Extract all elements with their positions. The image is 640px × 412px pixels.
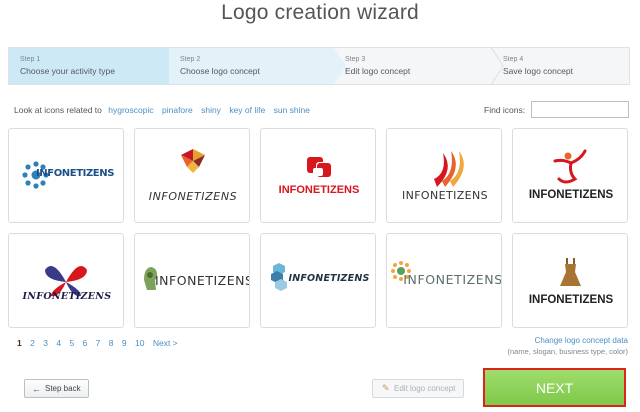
page-link[interactable]: 10	[135, 338, 144, 348]
related-keyword[interactable]: hygroscopic	[108, 105, 153, 115]
step-label: Edit logo concept	[345, 66, 411, 76]
step-number: Step 1	[20, 56, 41, 63]
page-link[interactable]: 2	[30, 338, 35, 348]
next-button[interactable]: NEXT	[483, 368, 626, 407]
logo-card[interactable]: INFONETIZENS	[8, 233, 124, 328]
logo-card[interactable]: INFONETIZENS	[134, 128, 250, 223]
logo-name: INFONETIZENS	[528, 189, 614, 201]
logo-name: INFONETIZENS	[22, 291, 112, 302]
step-label: Choose your activity type	[20, 66, 115, 76]
step-3: Step 3 Edit logo concept	[334, 48, 492, 84]
find-icons-input[interactable]	[531, 101, 629, 118]
page-link[interactable]: 3	[43, 338, 48, 348]
step-label: Save logo concept	[503, 66, 573, 76]
pinwheel-icon	[181, 149, 205, 173]
arrow-left-icon: ←	[32, 384, 41, 394]
step-4: Step 4 Save logo concept	[492, 48, 629, 84]
logo-name: INFONETIZENS	[403, 272, 502, 287]
logo-card[interactable]: INFONETIZENS	[386, 233, 502, 328]
logo-card[interactable]: INFONETIZENS	[386, 128, 502, 223]
logo-name: INFONETIZENS	[278, 184, 360, 196]
logo-name: INFONETIZENS	[155, 273, 250, 288]
page-link[interactable]: 7	[96, 338, 101, 348]
step-number: Step 3	[345, 56, 366, 63]
page-title: Logo creation wizard	[221, 1, 419, 24]
wizard-steps: Step 1 Choose your activity type Step 2 …	[8, 47, 630, 85]
related-keyword[interactable]: sun shine	[274, 105, 310, 115]
step-number: Step 4	[503, 56, 524, 63]
page-link[interactable]: 9	[122, 338, 127, 348]
related-keyword[interactable]: shiny	[201, 105, 221, 115]
logo-card[interactable]: INFONETIZENS	[512, 128, 628, 223]
dress-icon	[560, 258, 581, 286]
step-2[interactable]: Step 2 Choose logo concept	[169, 48, 334, 84]
page-link[interactable]: 8	[109, 338, 114, 348]
logo-name: INFONETIZENS	[288, 273, 370, 284]
next-page-link[interactable]: Next >	[153, 338, 178, 348]
flame-stripes-icon	[434, 151, 464, 187]
step-back-button[interactable]: ← Step back	[24, 379, 89, 398]
logo-card[interactable]: INFONETIZENS	[512, 233, 628, 328]
logo-name: INFONETIZENS	[148, 190, 238, 203]
related-icons: Look at icons related to hygroscopic pin…	[14, 105, 316, 115]
edit-logo-concept-button[interactable]: ✎ Edit logo concept	[372, 379, 464, 398]
step-number: Step 2	[180, 56, 201, 63]
related-keyword[interactable]: key of life	[229, 105, 265, 115]
related-label: Look at icons related to	[14, 105, 102, 115]
step-1[interactable]: Step 1 Choose your activity type	[9, 48, 169, 84]
pencil-icon: ✎	[382, 383, 390, 393]
logo-name: INFONETIZENS	[35, 168, 115, 179]
find-icons-label: Find icons:	[484, 105, 526, 115]
logo-grid: INFONETIZENS INFONETIZENS INFONETIZENS I…	[8, 128, 630, 328]
change-concept-link[interactable]: Change logo concept data	[508, 335, 628, 346]
logo-card[interactable]: INFONETIZENS	[8, 128, 124, 223]
logo-name: INFONETIZENS	[528, 294, 614, 306]
page-link[interactable]: 5	[69, 338, 74, 348]
change-concept-data: Change logo concept data (name, slogan, …	[508, 335, 628, 357]
step-back-label: Step back	[45, 384, 81, 393]
dancer-figure-icon	[553, 149, 587, 184]
logo-card[interactable]: INFONETIZENS	[260, 233, 376, 328]
step-label: Choose logo concept	[180, 66, 260, 76]
butterfly-icon	[45, 266, 87, 297]
logo-card[interactable]: INFONETIZENS	[260, 128, 376, 223]
change-concept-hint: (name, slogan, business type, color)	[507, 347, 628, 356]
page-link[interactable]: 4	[56, 338, 61, 348]
related-keyword[interactable]: pinafore	[162, 105, 193, 115]
logo-card[interactable]: INFONETIZENS	[134, 233, 250, 328]
page-link[interactable]: 6	[83, 338, 88, 348]
pagination: 1 2 3 4 5 6 7 8 9 10 Next >	[17, 338, 184, 348]
red-squares-icon	[307, 157, 332, 178]
edit-logo-concept-label: Edit logo concept	[394, 384, 456, 393]
page-link[interactable]: 1	[17, 338, 22, 348]
logo-name: INFONETIZENS	[401, 189, 489, 202]
